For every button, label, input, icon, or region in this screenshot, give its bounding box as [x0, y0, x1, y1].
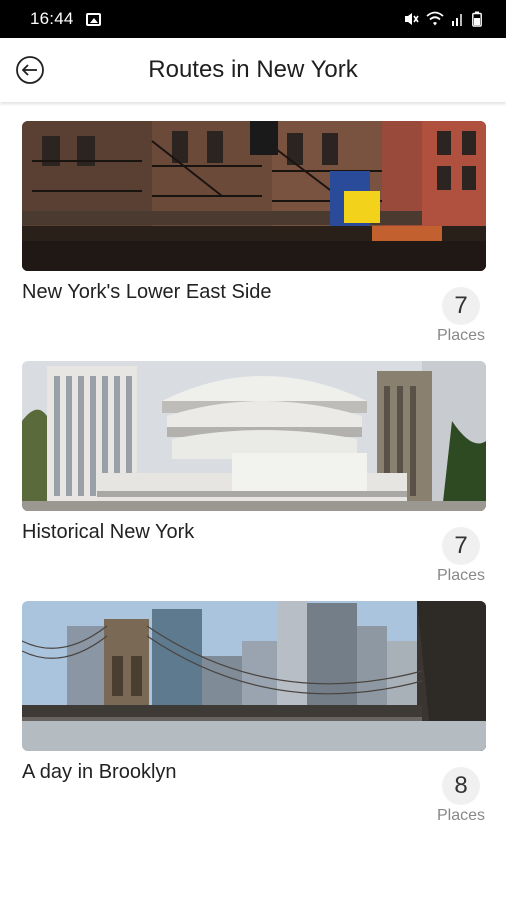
places-count: 7 [442, 527, 480, 565]
page-title: Routes in New York [148, 56, 358, 83]
route-name: New York's Lower East Side [22, 281, 272, 303]
route-image-brooklyn [22, 601, 486, 751]
status-bar: 16:44 [0, 0, 506, 38]
wifi-icon [426, 11, 444, 26]
route-name: Historical New York [22, 521, 195, 543]
route-card-brooklyn[interactable]: A day in Brooklyn 8 Places [22, 601, 486, 831]
places-label: Places [436, 567, 486, 584]
places-badge: 7 Places [436, 527, 486, 585]
route-card-lower-east-side[interactable]: New York's Lower East Side 7 Places [22, 121, 486, 351]
route-name: A day in Brooklyn [22, 761, 177, 783]
route-image-lower-east-side [22, 121, 486, 271]
route-image-historical-new-york [22, 361, 486, 511]
status-time: 16:44 [30, 9, 74, 28]
places-count: 8 [442, 767, 480, 805]
places-badge: 8 Places [436, 767, 486, 825]
arrow-left-circle-icon [16, 56, 44, 84]
signal-icon [452, 14, 462, 26]
places-label: Places [436, 807, 486, 824]
app-bar: Routes in New York [0, 38, 506, 102]
places-label: Places [436, 327, 486, 344]
gallery-icon [85, 12, 101, 26]
route-card-historical-new-york[interactable]: Historical New York 7 Places [22, 361, 486, 591]
places-count: 7 [442, 287, 480, 325]
status-icons [403, 11, 482, 27]
places-badge: 7 Places [436, 287, 486, 345]
back-button[interactable] [14, 54, 46, 86]
battery-icon [472, 11, 482, 27]
mute-icon [405, 13, 419, 25]
